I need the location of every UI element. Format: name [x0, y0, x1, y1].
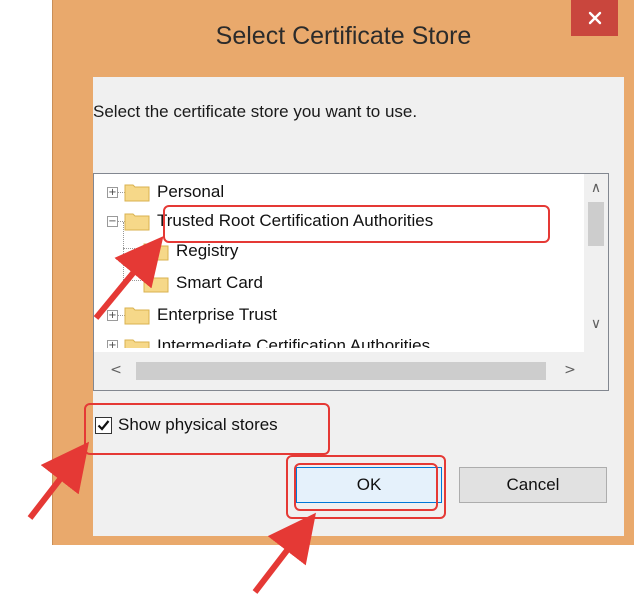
folder-icon — [143, 241, 169, 261]
tree-item-smart-card[interactable]: Smart Card — [143, 270, 263, 296]
scroll-up-button[interactable]: ∧ — [584, 180, 608, 202]
tree-connector — [123, 280, 143, 281]
tree-item-intermediate[interactable]: + Intermediate Certification Authorities — [107, 334, 430, 348]
highlight-ok-button-inner — [294, 463, 438, 511]
folder-icon — [124, 305, 150, 325]
tree-item-personal[interactable]: + Personal — [107, 179, 224, 205]
scroll-down-button[interactable]: ∨ — [584, 316, 608, 338]
expand-icon[interactable]: + — [107, 186, 118, 198]
highlight-trusted-root — [163, 205, 550, 243]
horizontal-scrollbar[interactable]: < > — [94, 352, 608, 390]
tree-connector — [123, 248, 143, 249]
tree-item-label: Registry — [176, 241, 239, 260]
window-title: Select Certificate Store — [215, 22, 472, 50]
tree-item-enterprise-trust[interactable]: + Enterprise Trust — [107, 302, 277, 328]
folder-icon — [124, 211, 150, 231]
close-icon — [588, 11, 601, 25]
expand-icon[interactable]: + — [107, 309, 118, 321]
horizontal-scroll-thumb[interactable] — [136, 362, 546, 380]
tree-item-label: Enterprise Trust — [157, 305, 277, 324]
collapse-icon[interactable]: − — [107, 215, 118, 227]
folder-icon — [124, 182, 150, 202]
scroll-left-button[interactable]: < — [104, 362, 128, 380]
tree-item-label: Intermediate Certification Authorities — [157, 336, 431, 348]
cancel-button[interactable]: Cancel — [459, 467, 607, 503]
tree-item-label: Smart Card — [176, 273, 263, 292]
folder-icon — [124, 337, 150, 348]
instruction-text: Select the certificate store you want to… — [93, 102, 418, 121]
close-button[interactable] — [571, 0, 618, 36]
vertical-scrollbar[interactable]: ∧ ∨ — [584, 174, 608, 352]
vertical-scroll-thumb[interactable] — [588, 202, 604, 246]
folder-icon — [143, 273, 169, 293]
expand-icon[interactable]: + — [107, 340, 118, 348]
scroll-right-button[interactable]: > — [558, 362, 582, 380]
tree-item-label: Personal — [157, 182, 225, 201]
highlight-show-physical-stores — [84, 403, 330, 455]
